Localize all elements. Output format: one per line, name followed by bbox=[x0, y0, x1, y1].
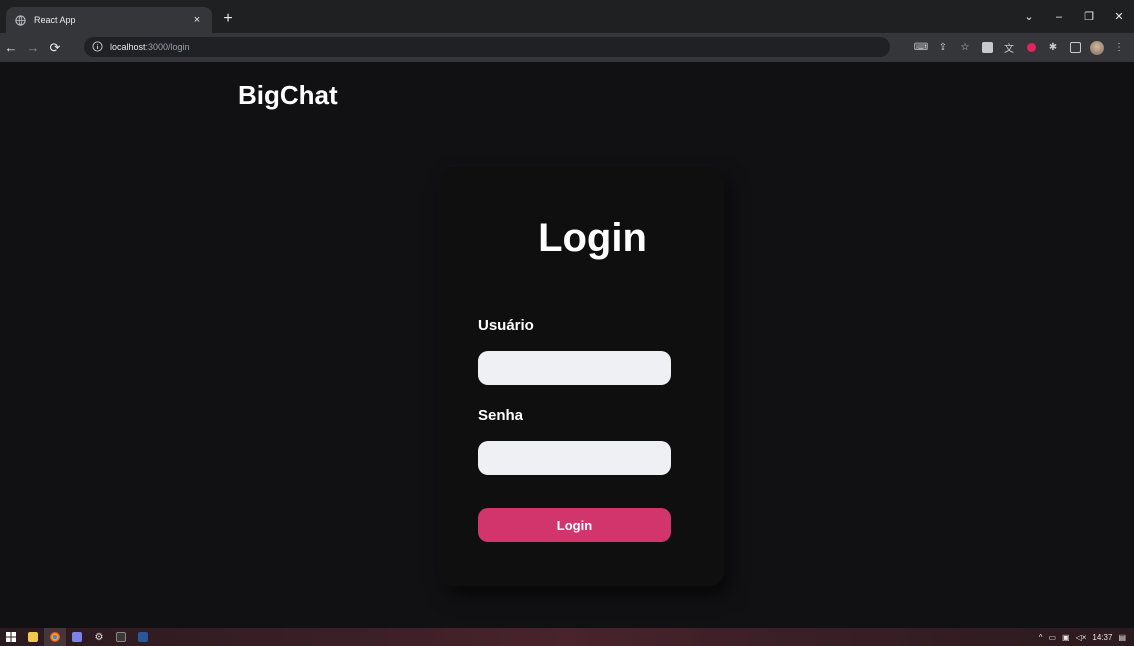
login-button[interactable]: Login bbox=[478, 508, 671, 542]
reload-icon[interactable]: ⟳ bbox=[44, 40, 66, 56]
forward-arrow-icon[interactable]: → bbox=[22, 40, 44, 55]
notifications-icon[interactable]: ▤ bbox=[1118, 633, 1126, 642]
screen: React App × + ⌄ – ❐ ✕ ← → ⟳ localhost:30… bbox=[0, 0, 1134, 646]
settings-gear-icon[interactable]: ⚙ bbox=[88, 628, 110, 646]
window-controls: ⌄ – ❐ ✕ bbox=[1014, 0, 1134, 33]
terminal-icon[interactable] bbox=[110, 628, 132, 646]
url-host: localhost bbox=[110, 42, 146, 52]
username-input[interactable] bbox=[478, 351, 671, 385]
translate-icon[interactable]: ⌨ bbox=[911, 38, 931, 58]
close-window-button[interactable]: ✕ bbox=[1104, 10, 1134, 23]
page-content: BigChat Login Usuário Senha Login bbox=[7, 62, 1133, 628]
side-panel-icon[interactable] bbox=[1065, 38, 1085, 58]
globe-icon bbox=[14, 14, 26, 26]
word-icon[interactable] bbox=[132, 628, 154, 646]
tab-search-icon[interactable]: ⌄ bbox=[1014, 10, 1044, 23]
browser-tab[interactable]: React App × bbox=[6, 7, 212, 33]
bookmark-star-icon[interactable]: ☆ bbox=[955, 38, 975, 58]
toolbar-actions: ⌨ ⇪ ☆ 文 ✱ ⋮ bbox=[910, 33, 1130, 62]
browser-tabstrip: React App × + ⌄ – ❐ ✕ bbox=[0, 0, 1134, 33]
password-input[interactable] bbox=[478, 441, 671, 475]
url-path: :3000/login bbox=[145, 42, 190, 52]
login-card: Login Usuário Senha Login bbox=[439, 166, 724, 586]
info-icon[interactable] bbox=[92, 41, 104, 53]
file-explorer-icon[interactable] bbox=[22, 628, 44, 646]
system-tray: ^ ▭ ▣ ◁× 14:37 ▤ bbox=[1039, 628, 1126, 646]
volume-icon[interactable]: ◁× bbox=[1076, 633, 1087, 642]
new-tab-button[interactable]: + bbox=[218, 9, 238, 29]
more-menu-icon[interactable]: ⋮ bbox=[1109, 38, 1129, 58]
username-label: Usuário bbox=[478, 317, 534, 334]
login-title: Login bbox=[538, 216, 647, 260]
back-arrow-icon[interactable]: ← bbox=[0, 40, 22, 55]
chrome-icon[interactable] bbox=[44, 628, 66, 646]
chevron-up-icon[interactable]: ^ bbox=[1039, 633, 1043, 642]
clock[interactable]: 14:37 bbox=[1092, 633, 1112, 642]
network-icon[interactable]: ▣ bbox=[1062, 633, 1070, 642]
extension-translate-icon[interactable]: 文 bbox=[999, 38, 1019, 58]
address-bar[interactable]: localhost:3000/login bbox=[84, 37, 890, 57]
minimize-button[interactable]: – bbox=[1044, 11, 1074, 23]
profile-avatar[interactable] bbox=[1087, 38, 1107, 58]
password-label: Senha bbox=[478, 407, 524, 424]
tab-close-icon[interactable]: × bbox=[190, 14, 204, 26]
tab-title: React App bbox=[34, 15, 76, 25]
taskbar: ⚙ ^ ▭ ▣ ◁× 14:37 ▤ bbox=[0, 628, 1134, 646]
battery-icon[interactable]: ▭ bbox=[1048, 633, 1056, 642]
extensions-puzzle-icon[interactable]: ✱ bbox=[1043, 38, 1063, 58]
windows-start-icon[interactable] bbox=[0, 628, 22, 646]
extension-m-icon[interactable] bbox=[977, 38, 997, 58]
teams-icon[interactable] bbox=[66, 628, 88, 646]
browser-toolbar: ← → ⟳ localhost:3000/login ⌨ ⇪ ☆ 文 ✱ ⋮ bbox=[0, 33, 1134, 62]
share-icon[interactable]: ⇪ bbox=[933, 38, 953, 58]
restore-button[interactable]: ❐ bbox=[1074, 10, 1104, 23]
brand-logo: BigChat bbox=[238, 80, 338, 110]
extension-red-icon[interactable] bbox=[1021, 38, 1041, 58]
